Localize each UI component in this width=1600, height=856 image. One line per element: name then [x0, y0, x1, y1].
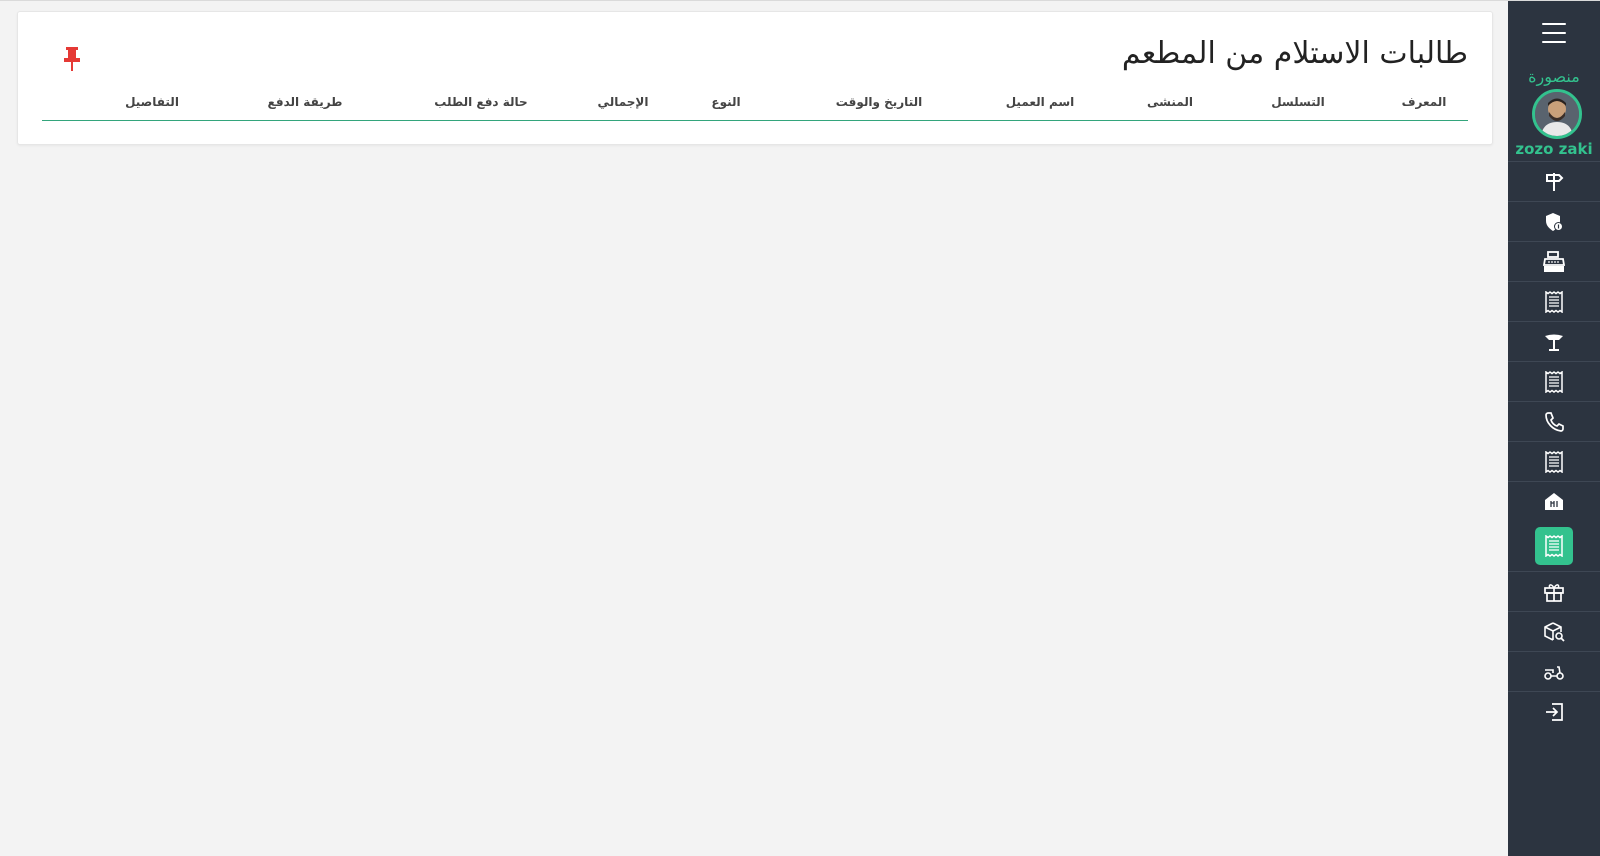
cash-register-icon — [1542, 251, 1566, 272]
page-title: طالبات الاستلام من المطعم — [1121, 36, 1468, 71]
sidebar-item-cashier[interactable] — [1508, 241, 1600, 282]
user-name: zozo zaki — [1515, 140, 1593, 158]
active-item-highlight — [1535, 527, 1573, 565]
signpost-icon — [1546, 173, 1564, 191]
sidebar-item-delivery[interactable] — [1508, 651, 1600, 692]
menu-toggle-icon[interactable] — [1542, 23, 1566, 45]
receipt-icon — [1545, 291, 1563, 313]
sidebar-item-directions[interactable] — [1508, 161, 1600, 202]
column-header-customer-name[interactable]: اسم العميل — [1006, 92, 1075, 112]
sidebar-item-invoices[interactable] — [1508, 361, 1600, 402]
sidebar: منصورة zozo zaki — [1508, 1, 1600, 856]
gift-icon — [1544, 584, 1564, 602]
receipt-icon — [1545, 371, 1563, 393]
sidebar-item-inventory[interactable] — [1508, 611, 1600, 652]
column-header-payment-status[interactable]: حالة دفع الطلب — [434, 92, 527, 112]
column-header-sequence[interactable]: التسلسل — [1271, 92, 1325, 112]
pin-icon[interactable] — [62, 46, 82, 72]
sidebar-item-tables[interactable] — [1508, 321, 1600, 362]
column-header-total[interactable]: الإجمالي — [598, 92, 649, 112]
sidebar-item-pickup-orders[interactable] — [1508, 521, 1600, 571]
shop-icon — [1545, 493, 1563, 510]
shield-dollar-icon — [1546, 213, 1563, 231]
sidebar-item-phone-orders[interactable] — [1508, 401, 1600, 442]
table-header: المعرف التسلسل المنشى اسم العميل التاريخ… — [42, 92, 1468, 121]
column-header-payment-method[interactable]: طريقة الدفع — [268, 92, 343, 112]
top-border — [0, 0, 1600, 1]
box-search-icon — [1544, 622, 1565, 642]
scooter-icon — [1544, 666, 1564, 680]
column-header-creator[interactable]: المنشى — [1147, 92, 1193, 112]
receipt-icon — [1545, 451, 1563, 473]
column-header-date-time[interactable]: التاريخ والوقت — [836, 92, 922, 112]
user-location: منصورة — [1528, 67, 1580, 86]
avatar[interactable] — [1532, 89, 1582, 139]
orders-card: طالبات الاستلام من المطعم المعرف التسلسل… — [17, 11, 1493, 145]
sidebar-item-permissions[interactable] — [1508, 201, 1600, 242]
phone-icon — [1545, 412, 1564, 432]
sidebar-item-offers[interactable] — [1508, 571, 1600, 612]
column-header-type[interactable]: النوع — [711, 92, 740, 112]
sidebar-item-reports[interactable] — [1508, 441, 1600, 482]
column-header-id[interactable]: المعرف — [1402, 92, 1447, 112]
sidebar-item-orders[interactable] — [1508, 281, 1600, 322]
sidebar-item-logout[interactable] — [1508, 691, 1600, 732]
sidebar-item-restaurant[interactable] — [1508, 481, 1600, 522]
receipt-active-icon — [1545, 535, 1563, 557]
logout-icon — [1546, 703, 1563, 721]
table-icon — [1545, 334, 1563, 351]
column-header-details[interactable]: التفاصيل — [125, 92, 179, 112]
